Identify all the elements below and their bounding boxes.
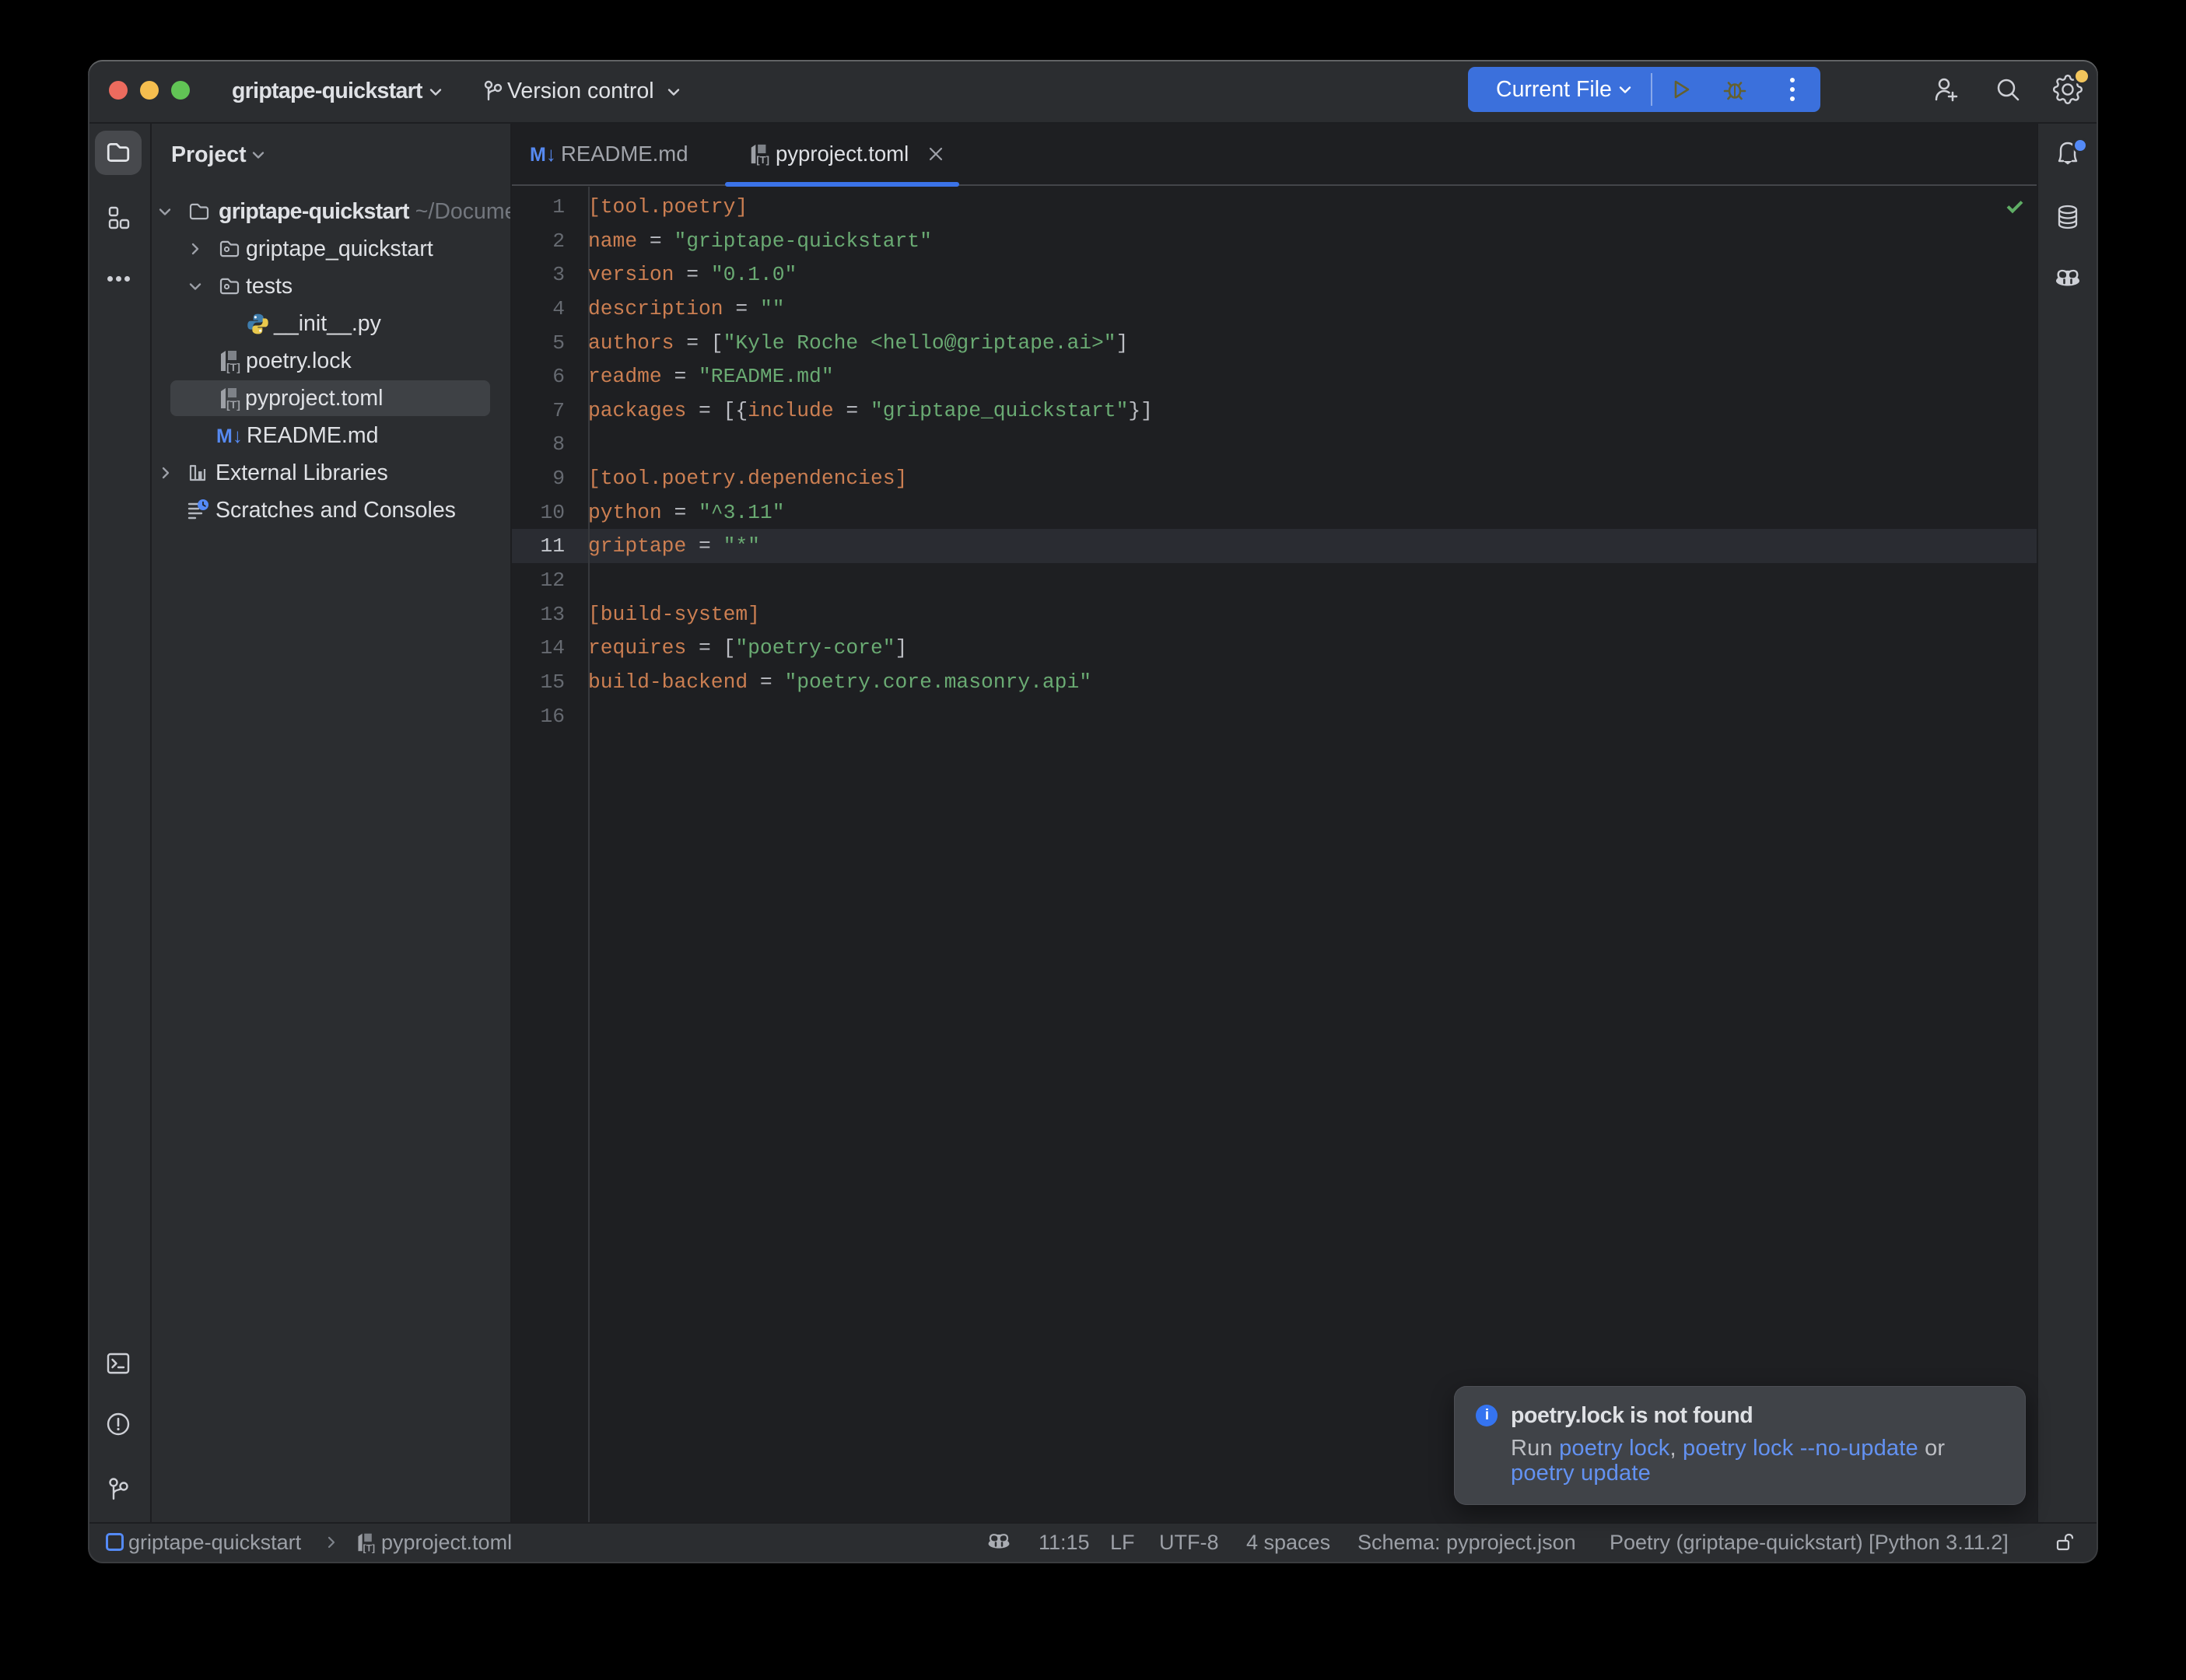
svg-text:[T]: [T]: [363, 1542, 375, 1553]
